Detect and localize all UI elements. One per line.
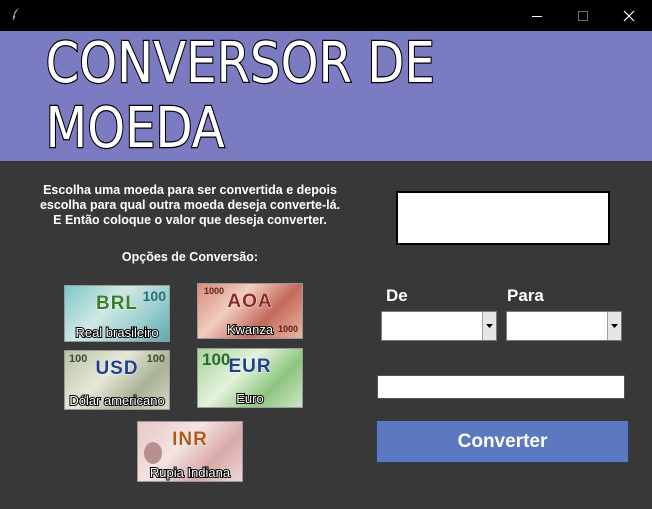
currency-code: INR <box>172 429 208 451</box>
currency-name: Rupia Indiana <box>149 464 231 481</box>
instructions-line: Escolha uma moeda para ser convertida e … <box>43 183 337 197</box>
close-icon <box>623 10 635 21</box>
brl-banknote-image: 100 BRL Real brasileiro <box>64 285 170 342</box>
aoa-banknote-image: 1000 1000 AOA Kwanza <box>197 283 303 339</box>
instructions-line: escolha para qual outra moeda deseja con… <box>39 198 341 212</box>
close-button[interactable] <box>606 0 652 31</box>
currency-name: Real brasileiro <box>74 324 159 341</box>
amount-input[interactable] <box>377 375 625 399</box>
currency-name: Kwanza <box>226 321 274 338</box>
currency-name: Dólar americano <box>68 392 165 409</box>
currency-code: USD <box>95 358 139 380</box>
currency-code: BRL <box>95 293 139 315</box>
from-currency-select[interactable] <box>381 311 497 341</box>
inr-banknote-image: INR Rupia Indiana <box>137 421 243 482</box>
options-title: Opções de Conversão: <box>121 250 259 264</box>
convert-button[interactable]: Converter <box>376 420 629 463</box>
minimize-icon <box>532 15 542 17</box>
currency-name: Euro <box>235 390 264 407</box>
minimize-button[interactable] <box>514 0 560 31</box>
usd-banknote-image: 100 100 USD Dólar americano <box>64 350 170 410</box>
result-display <box>396 191 610 245</box>
from-label: De <box>386 286 408 305</box>
chevron-down-icon[interactable] <box>607 312 621 340</box>
to-currency-select[interactable] <box>506 311 622 341</box>
chevron-down-icon[interactable] <box>482 312 496 340</box>
maximize-button[interactable] <box>560 0 606 31</box>
currency-code: EUR <box>228 356 272 378</box>
maximize-icon <box>578 10 588 21</box>
to-label: Para <box>507 286 544 305</box>
app-title: CONVERSOR DE MOEDA <box>45 30 436 162</box>
instructions-line: E Então coloque o valor que deseja conve… <box>53 213 327 227</box>
instructions-text: Escolha uma moeda para ser convertida e … <box>14 183 366 228</box>
window-titlebar <box>0 0 652 31</box>
feather-icon <box>11 7 21 21</box>
eur-banknote-image: 100 EUR Euro <box>197 348 303 408</box>
currency-code: AOA <box>227 291 273 313</box>
header-banner: CONVERSOR DE MOEDA <box>0 30 652 162</box>
